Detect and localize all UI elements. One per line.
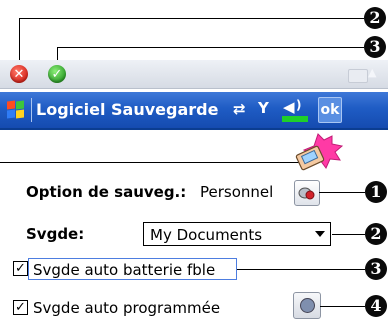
signal-icon[interactable]: Y xyxy=(258,101,269,116)
backup-option-label: Option de sauveg.: xyxy=(26,183,187,201)
backup-settings-icon xyxy=(298,187,315,200)
callout-3: 3 xyxy=(365,258,387,280)
header-divider xyxy=(0,162,318,163)
backup-target-label: Svgde: xyxy=(26,225,85,243)
input-panel-up-arrow-icon[interactable]: ▲ xyxy=(368,66,376,79)
clock-icon xyxy=(300,298,315,313)
battery-backup-checkbox[interactable]: ✓ xyxy=(13,261,28,276)
navigation-bar: Logiciel Sauvegarde ⇄ Y ◀ ) ok xyxy=(0,92,388,130)
top-command-bar: ✕ ✓ ▲ xyxy=(0,60,388,89)
callout-line-top-ok-h xyxy=(57,47,364,48)
callout-1: 1 xyxy=(365,181,387,203)
callout-2-top: 2 xyxy=(364,7,386,29)
windows-start-icon[interactable] xyxy=(6,100,26,120)
connectivity-icon[interactable]: ⇄ xyxy=(233,102,246,117)
callout-3-top: 3 xyxy=(364,36,386,58)
callout-4: 4 xyxy=(365,295,387,317)
ok-button[interactable]: ok xyxy=(318,97,342,123)
callout-line-option xyxy=(319,192,365,193)
app-title[interactable]: Logiciel Sauvegarde xyxy=(36,100,218,119)
backup-target-dropdown[interactable]: My Documents xyxy=(143,222,331,246)
callout-line-svgde xyxy=(332,234,365,235)
volume-waves-icon: ) xyxy=(296,98,302,112)
callout-2: 2 xyxy=(365,223,387,245)
volume-level-bar xyxy=(282,116,308,122)
close-icon[interactable]: ✕ xyxy=(10,65,28,83)
callout-line-top-close-h xyxy=(19,18,364,19)
callout-line-scheduled xyxy=(320,306,365,307)
backup-target-value: My Documents xyxy=(150,226,263,244)
battery-backup-label[interactable]: Svgde auto batterie fble xyxy=(33,261,215,279)
confirm-check-icon[interactable]: ✓ xyxy=(48,65,66,83)
volume-icon[interactable]: ◀ xyxy=(283,100,295,115)
backup-settings-button[interactable] xyxy=(294,180,320,206)
callout-line-battery xyxy=(237,269,365,270)
dropdown-arrow-icon[interactable] xyxy=(315,231,325,237)
keyboard-icon[interactable] xyxy=(348,69,368,83)
scheduled-backup-label[interactable]: Svgde auto programmée xyxy=(33,299,220,317)
backup-option-value: Personnel xyxy=(200,183,274,201)
schedule-button[interactable] xyxy=(293,292,321,319)
title-separator xyxy=(31,98,32,122)
backup-app-logo-icon xyxy=(295,133,344,171)
scheduled-backup-checkbox[interactable]: ✓ xyxy=(13,300,28,315)
